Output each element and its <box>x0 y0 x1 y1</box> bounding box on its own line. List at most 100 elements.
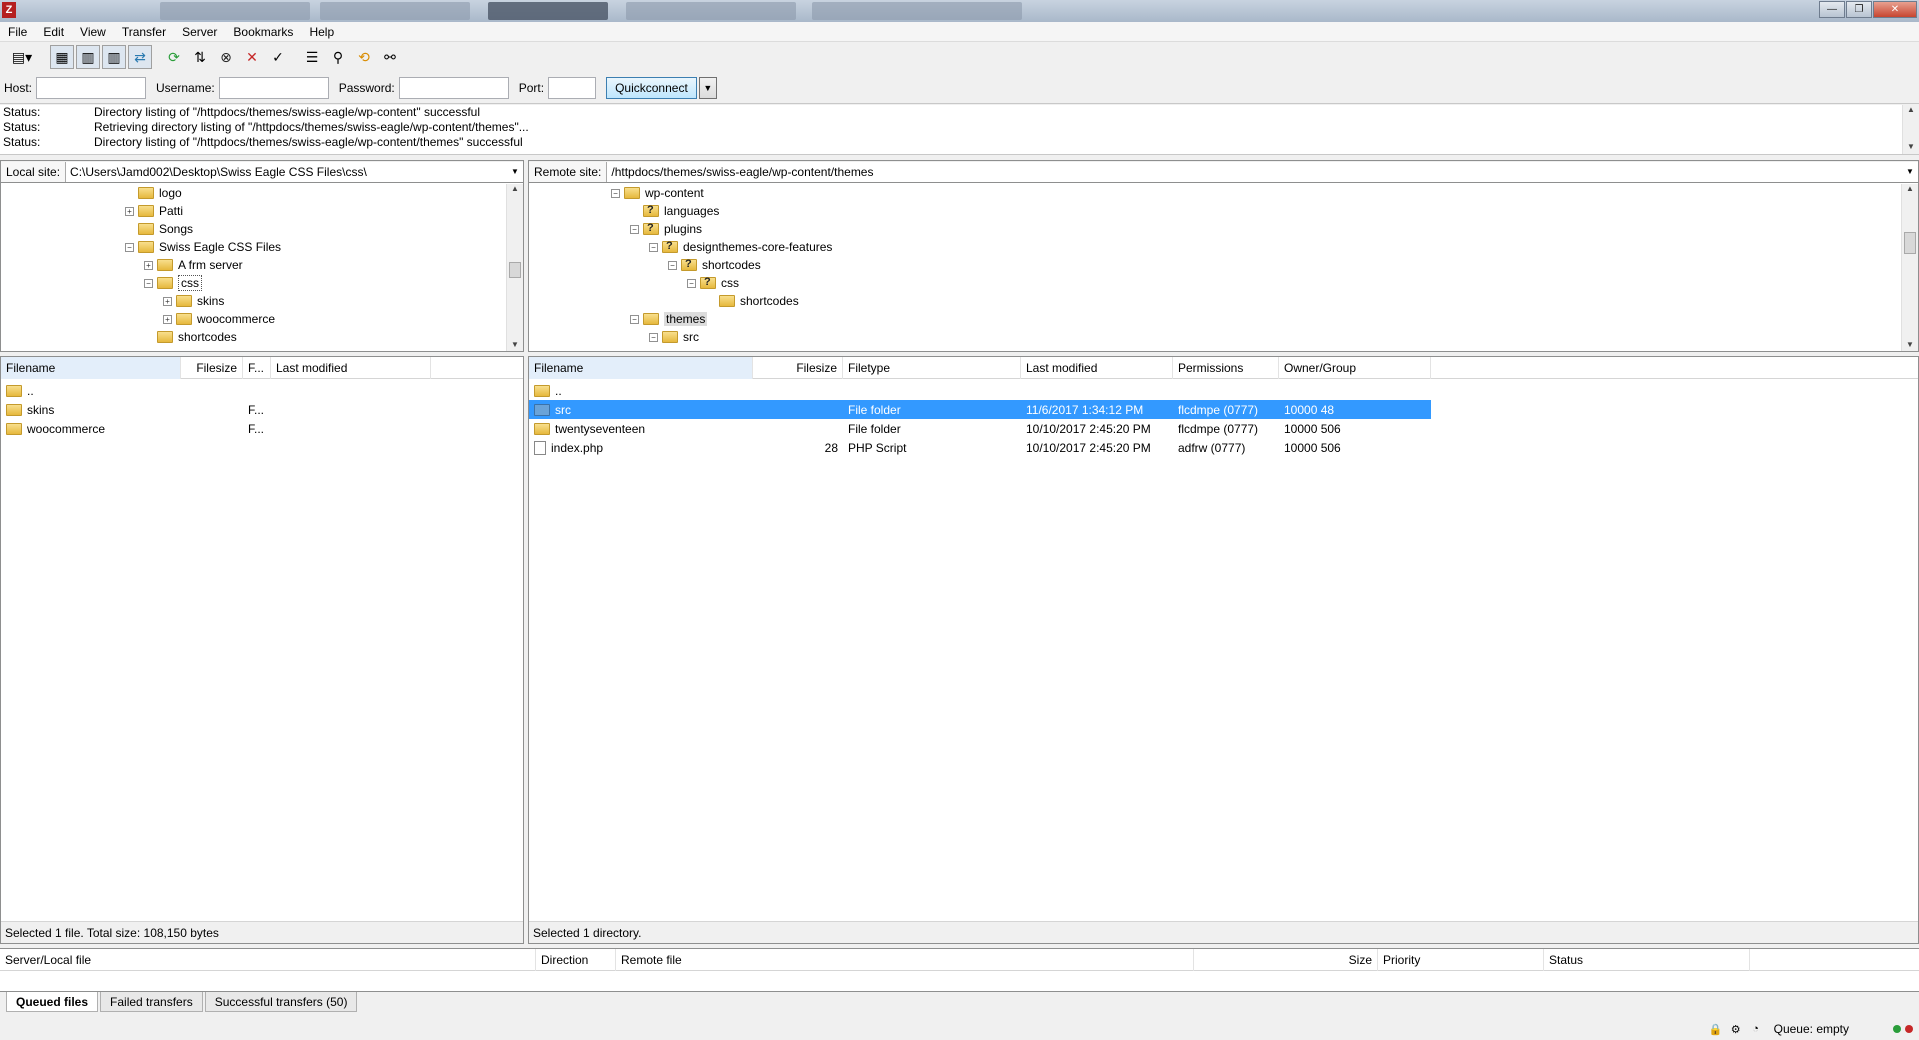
tree-expander[interactable]: + <box>125 206 134 216</box>
menu-transfer[interactable]: Transfer <box>114 25 174 39</box>
scroll-up-icon[interactable]: ▲ <box>1902 184 1918 196</box>
compare-icon[interactable]: ⚲ <box>326 45 350 69</box>
tree-node[interactable]: − src <box>649 328 699 346</box>
column-header-permissions[interactable]: Permissions <box>1173 357 1279 379</box>
tree-node[interactable]: − plugins <box>630 220 702 238</box>
column-header-filetype[interactable]: F... <box>243 357 271 379</box>
tree-node[interactable]: languages <box>630 202 719 220</box>
remote-site-path[interactable]: /httpdocs/themes/swiss-eagle/wp-content/… <box>607 161 1902 182</box>
chevron-down-icon[interactable]: ▼ <box>1902 161 1918 182</box>
toggle-log-icon[interactable]: ▦ <box>50 45 74 69</box>
column-header-direction[interactable]: Direction <box>536 949 616 971</box>
tree-expander[interactable]: − <box>611 188 620 198</box>
quickconnect-button[interactable]: Quickconnect <box>606 76 697 99</box>
tree-node[interactable]: + Patti <box>125 202 183 220</box>
column-header-last-modified[interactable]: Last modified <box>271 357 431 379</box>
speed-limit-icon[interactable]: ◔ <box>1748 1021 1764 1037</box>
disconnect-icon[interactable]: ✕ <box>240 45 264 69</box>
column-header-filename[interactable]: Filename <box>1 357 181 379</box>
scroll-thumb[interactable] <box>509 262 521 278</box>
tree-expander[interactable]: − <box>649 332 658 342</box>
tree-node[interactable]: shortcodes <box>144 328 237 346</box>
toggle-remote-tree-icon[interactable]: ▥ <box>102 45 126 69</box>
refresh-icon[interactable]: ⟳ <box>162 45 186 69</box>
tree-expander[interactable]: − <box>649 242 658 252</box>
username-input[interactable] <box>218 76 329 99</box>
tree-node[interactable]: − designthemes-core-features <box>649 238 832 256</box>
scroll-down-icon[interactable]: ▼ <box>1903 142 1919 154</box>
tree-node[interactable]: − themes <box>630 310 708 328</box>
gear-icon[interactable]: ⚙ <box>1728 1021 1744 1037</box>
tree-expander[interactable]: − <box>630 314 639 324</box>
menu-view[interactable]: View <box>72 25 114 39</box>
sync-browse-icon[interactable]: ⟲ <box>352 45 376 69</box>
scroll-up-icon[interactable]: ▲ <box>507 184 523 196</box>
menu-edit[interactable]: Edit <box>35 25 72 39</box>
column-header-filename[interactable]: Filename <box>529 357 753 379</box>
close-button[interactable]: ✕ <box>1873 1 1917 18</box>
tree-node[interactable]: − css <box>687 274 739 292</box>
list-item[interactable]: skins F... <box>1 400 523 419</box>
list-item-selected[interactable]: src File folder 11/6/2017 1:34:12 PM flc… <box>529 400 1431 419</box>
port-input[interactable] <box>548 76 597 99</box>
process-queue-icon[interactable]: ⇅ <box>188 45 212 69</box>
tree-node[interactable]: logo <box>125 184 182 202</box>
tree-expander[interactable]: − <box>144 278 153 288</box>
column-header-last-modified[interactable]: Last modified <box>1021 357 1173 379</box>
toggle-local-tree-icon[interactable]: ▥ <box>76 45 100 69</box>
column-header-owner-group[interactable]: Owner/Group <box>1279 357 1431 379</box>
tree-expander[interactable]: − <box>668 260 677 270</box>
tab-failed-transfers[interactable]: Failed transfers <box>100 992 203 1012</box>
reconnect-icon[interactable]: ✓ <box>266 45 290 69</box>
list-item[interactable]: .. <box>529 381 1431 400</box>
tree-node[interactable]: Songs <box>125 220 193 238</box>
tree-expander[interactable]: − <box>687 278 696 288</box>
column-header-remote-file[interactable]: Remote file <box>616 949 1194 971</box>
tree-node[interactable]: shortcodes <box>706 292 799 310</box>
list-item[interactable]: .. <box>1 381 523 400</box>
menu-bookmarks[interactable]: Bookmarks <box>225 25 301 39</box>
tree-node[interactable]: − wp-content <box>611 184 704 202</box>
column-header-size[interactable]: Size <box>1194 949 1378 971</box>
chevron-down-icon[interactable]: ▼ <box>507 161 523 182</box>
scroll-down-icon[interactable]: ▼ <box>1902 340 1918 351</box>
tree-node[interactable]: + A frm server <box>144 256 243 274</box>
site-manager-icon[interactable]: ▤▾ <box>4 45 40 69</box>
tree-expander[interactable]: + <box>163 296 172 306</box>
menu-file[interactable]: File <box>0 25 35 39</box>
cancel-icon[interactable]: ⊗ <box>214 45 238 69</box>
column-header-filesize[interactable]: Filesize <box>753 357 843 379</box>
maximize-button[interactable]: ❐ <box>1846 1 1872 18</box>
tree-node[interactable]: + skins <box>163 292 224 310</box>
column-header-filesize[interactable]: Filesize <box>181 357 243 379</box>
column-header-status[interactable]: Status <box>1544 949 1750 971</box>
tree-expander[interactable]: − <box>125 242 134 252</box>
filter-icon[interactable]: ☰ <box>300 45 324 69</box>
column-header-priority[interactable]: Priority <box>1378 949 1544 971</box>
tree-expander[interactable]: + <box>144 260 153 270</box>
search-icon[interactable]: ⚯ <box>378 45 402 69</box>
scroll-up-icon[interactable]: ▲ <box>1903 105 1919 117</box>
minimize-button[interactable]: — <box>1819 1 1845 18</box>
tree-expander[interactable]: + <box>163 314 172 324</box>
tree-node[interactable]: − css <box>144 274 202 292</box>
host-input[interactable] <box>36 76 147 99</box>
tree-node[interactable]: − Swiss Eagle CSS Files <box>125 238 281 256</box>
password-input[interactable] <box>398 76 509 99</box>
remote-tree-scrollbar[interactable]: ▲ ▼ <box>1901 184 1918 351</box>
tab-successful-transfers[interactable]: Successful transfers (50) <box>204 992 358 1012</box>
toggle-queue-icon[interactable]: ⇄ <box>128 45 152 69</box>
local-site-path[interactable]: C:\Users\Jamd002\Desktop\Swiss Eagle CSS… <box>66 161 507 182</box>
tree-expander[interactable]: − <box>630 224 639 234</box>
local-tree-scrollbar[interactable]: ▲ ▼ <box>506 184 523 351</box>
quickconnect-dropdown[interactable]: ▼ <box>698 76 717 99</box>
tree-node[interactable]: + woocommerce <box>163 310 275 328</box>
tree-node[interactable]: − shortcodes <box>668 256 761 274</box>
list-item[interactable]: twentyseventeen File folder 10/10/2017 2… <box>529 419 1431 438</box>
scroll-thumb[interactable] <box>1904 232 1916 254</box>
menu-server[interactable]: Server <box>174 25 225 39</box>
scroll-down-icon[interactable]: ▼ <box>507 340 523 351</box>
tab-queued-files[interactable]: Queued files <box>6 992 99 1012</box>
list-item[interactable]: index.php 28 PHP Script 10/10/2017 2:45:… <box>529 438 1431 457</box>
column-header-server-local-file[interactable]: Server/Local file <box>0 949 536 971</box>
